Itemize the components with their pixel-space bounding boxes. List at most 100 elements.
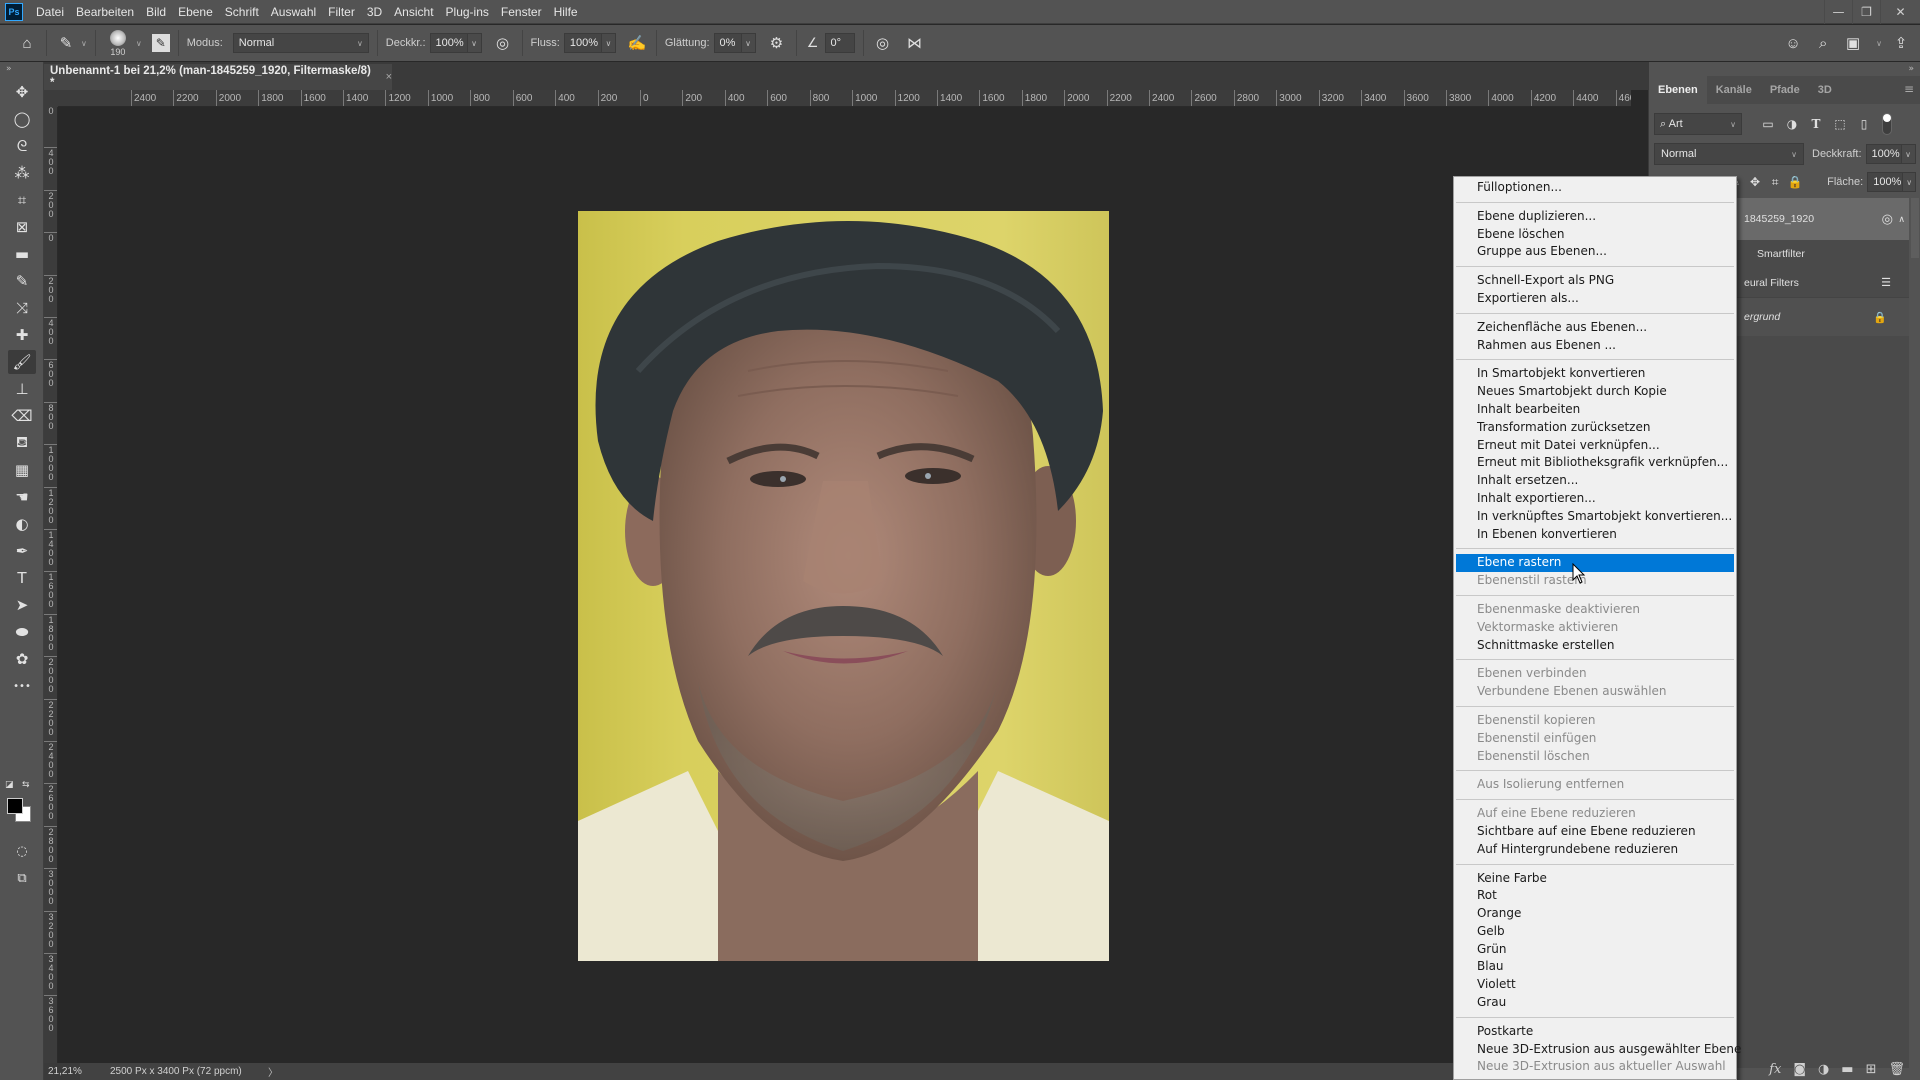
context-menu-item[interactable]: Inhalt bearbeiten (1456, 401, 1734, 419)
pressure-size-icon[interactable]: ◎ (872, 32, 894, 54)
menu-schrift[interactable]: Schrift (220, 5, 266, 19)
screen-mode-icon[interactable]: ⧉ (8, 866, 36, 890)
context-menu-item[interactable]: Blau (1456, 958, 1734, 976)
context-menu-item[interactable]: Zeichenfläche aus Ebenen... (1456, 319, 1734, 337)
menu-hilfe[interactable]: Hilfe (549, 5, 585, 19)
smudge-tool-icon[interactable]: ☚ (8, 485, 36, 509)
layers-scrollbar[interactable] (1911, 198, 1919, 258)
context-menu-item[interactable]: Sichtbare auf eine Ebene reduzieren (1456, 823, 1734, 841)
workspace-icon[interactable]: ▣ (1842, 32, 1864, 54)
share-export-icon[interactable]: ⇪ (1890, 32, 1912, 54)
panel-collapse-icon[interactable]: » (6, 64, 12, 74)
context-menu-item[interactable]: Gruppe aus Ebenen... (1456, 243, 1734, 261)
angle-input[interactable]: 0° (824, 33, 855, 53)
move-tool-icon[interactable]: ✥ (8, 80, 36, 104)
context-menu-item[interactable]: Schnell-Export als PNG (1456, 272, 1734, 290)
frame-tool-icon[interactable]: ⊠ (8, 215, 36, 239)
filter-adjustment-icon[interactable]: ◑ (1780, 117, 1804, 131)
delete-layer-trash-icon[interactable]: 🗑 (1888, 1062, 1905, 1077)
panel-menu-icon[interactable]: ≡ (1904, 82, 1914, 96)
panel-collapse-icon[interactable]: » (1908, 64, 1914, 74)
new-group-folder-icon[interactable]: ▬ (1841, 1062, 1853, 1077)
chevron-down-icon[interactable]: ∨ (81, 39, 87, 48)
lasso-tool-icon[interactable]: ᘓ (8, 134, 36, 158)
document-tab[interactable]: Unbenannt-1 bei 21,2% (man-1845259_1920,… (44, 64, 392, 90)
airbrush-icon[interactable]: ✍ (626, 32, 648, 54)
context-menu-item[interactable]: Neues Smartobjekt durch Kopie (1456, 383, 1734, 401)
content-aware-move-tool-icon[interactable]: ⤨ (8, 296, 36, 320)
chevron-down-icon[interactable]: ∨ (1876, 39, 1882, 48)
context-menu-item[interactable]: Rahmen aus Ebenen ... (1456, 337, 1734, 355)
context-menu-item[interactable]: In Ebenen konvertieren (1456, 526, 1734, 544)
flow-dropdown[interactable]: ∨ (601, 33, 616, 53)
filter-options-icon[interactable]: ☰ (1881, 276, 1891, 289)
restore-button[interactable]: ❐ (1852, 0, 1880, 24)
pen-tool-icon[interactable]: ✒ (8, 539, 36, 563)
context-menu-item[interactable]: Ebene löschen (1456, 226, 1734, 244)
context-menu-item[interactable]: Inhalt exportieren... (1456, 490, 1734, 508)
tab-pfade[interactable]: Pfade (1761, 76, 1809, 104)
ellipse-tool-icon[interactable]: ⬬ (8, 620, 36, 644)
filter-toggle[interactable] (1882, 113, 1892, 135)
close-tab-icon[interactable]: × (386, 71, 392, 83)
symmetry-butterfly-icon[interactable]: ⋈ (904, 32, 926, 54)
context-menu-item[interactable]: Grau (1456, 994, 1734, 1012)
adjustment-layer-icon[interactable]: ◑ (1818, 1062, 1829, 1077)
context-menu-item[interactable]: Ebene rastern (1456, 554, 1734, 573)
document-image[interactable] (578, 211, 1109, 961)
more-tools-icon[interactable]: ••• (8, 674, 36, 698)
filter-type-icon[interactable]: T (1804, 117, 1828, 131)
paint-bucket-tool-icon[interactable]: ⛾ (8, 431, 36, 455)
pressure-opacity-icon[interactable]: ◎ (492, 32, 514, 54)
marquee-tool-icon[interactable]: ◯ (8, 107, 36, 131)
layer-opacity-input[interactable]: 100% (1865, 144, 1902, 164)
filter-kind-select[interactable]: ⌕ Art ∨ (1654, 113, 1742, 135)
context-menu-item[interactable]: Fülloptionen... (1456, 179, 1734, 197)
vertical-ruler[interactable]: 0 4 0 0 2 0 0 0 2 0 0 4 0 0 6 0 0 8 0 0 1 0 0 0 1… (44, 107, 58, 1063)
menu-filter[interactable]: Filter (323, 5, 362, 19)
layer-opacity-dropdown[interactable]: ∨ (1901, 144, 1916, 164)
context-menu-item[interactable]: Postkarte (1456, 1023, 1734, 1041)
mode-select[interactable]: Normal ∨ (232, 33, 369, 53)
smoothing-options-gear-icon[interactable]: ⚙ (766, 32, 788, 54)
menu-auswahl[interactable]: Auswahl (266, 5, 323, 19)
menu-bearbeiten[interactable]: Bearbeiten (71, 5, 141, 19)
new-layer-icon[interactable]: ⊞ (1866, 1062, 1877, 1077)
context-menu-item[interactable]: Erneut mit Datei verknüpfen... (1456, 437, 1734, 455)
dodge-tool-icon[interactable]: ◐ (8, 512, 36, 536)
context-menu-item[interactable]: Violett (1456, 976, 1734, 994)
context-menu-item[interactable]: Neue 3D-Extrusion aus ausgewählter Ebene (1456, 1041, 1741, 1059)
clone-stamp-tool-icon[interactable]: ⊥ (8, 377, 36, 401)
lock-position-icon[interactable]: ✥ (1745, 175, 1765, 189)
healing-brush-tool-icon[interactable]: ✚ (8, 323, 36, 347)
menu-datei[interactable]: Datei (31, 5, 71, 19)
minimize-button[interactable]: — (1824, 0, 1852, 24)
fx-icon[interactable]: fx (1769, 1062, 1781, 1077)
quick-mask-icon[interactable]: ◌ (8, 839, 36, 863)
context-menu-item[interactable]: Exportieren als... (1456, 290, 1734, 308)
smoothing-dropdown[interactable]: ∨ (741, 33, 756, 53)
tab-kan-le[interactable]: Kanäle (1707, 76, 1761, 104)
eyedropper-tool-icon[interactable]: ✎ (8, 269, 36, 293)
tab-ebenen[interactable]: Ebenen (1649, 76, 1707, 104)
chevron-up-icon[interactable]: ∧ (1898, 214, 1905, 225)
context-menu-item[interactable]: Transformation zurücksetzen (1456, 419, 1734, 437)
brush-preset-icon[interactable]: ✎ (55, 32, 77, 54)
context-menu-item[interactable]: Orange (1456, 905, 1734, 923)
context-menu-item[interactable]: Inhalt ersetzen... (1456, 472, 1734, 490)
opacity-dropdown[interactable]: ∨ (467, 33, 482, 53)
search-icon[interactable]: ⌕ (1812, 32, 1834, 54)
lock-all-icon[interactable]: 🔒 (1785, 175, 1805, 189)
zoom-level[interactable]: 21,21% (44, 1063, 82, 1080)
blend-mode-select[interactable]: Normal ∨ (1654, 143, 1804, 165)
foreground-color-swatch[interactable] (7, 798, 23, 814)
status-menu-arrow-icon[interactable]: 〉 (268, 1064, 278, 1079)
menu-fenster[interactable]: Fenster (496, 5, 549, 19)
brush-settings-icon[interactable]: ✎ (151, 34, 170, 52)
lock-artboard-icon[interactable]: ⌗ (1765, 175, 1785, 190)
menu-plug-ins[interactable]: Plug-ins (441, 5, 496, 19)
fill-input[interactable]: 100% (1867, 172, 1904, 192)
flow-input[interactable]: 100% (563, 33, 602, 53)
context-menu-item[interactable]: Ebene duplizieren... (1456, 208, 1734, 226)
chevron-down-icon[interactable]: ∨ (136, 39, 142, 48)
